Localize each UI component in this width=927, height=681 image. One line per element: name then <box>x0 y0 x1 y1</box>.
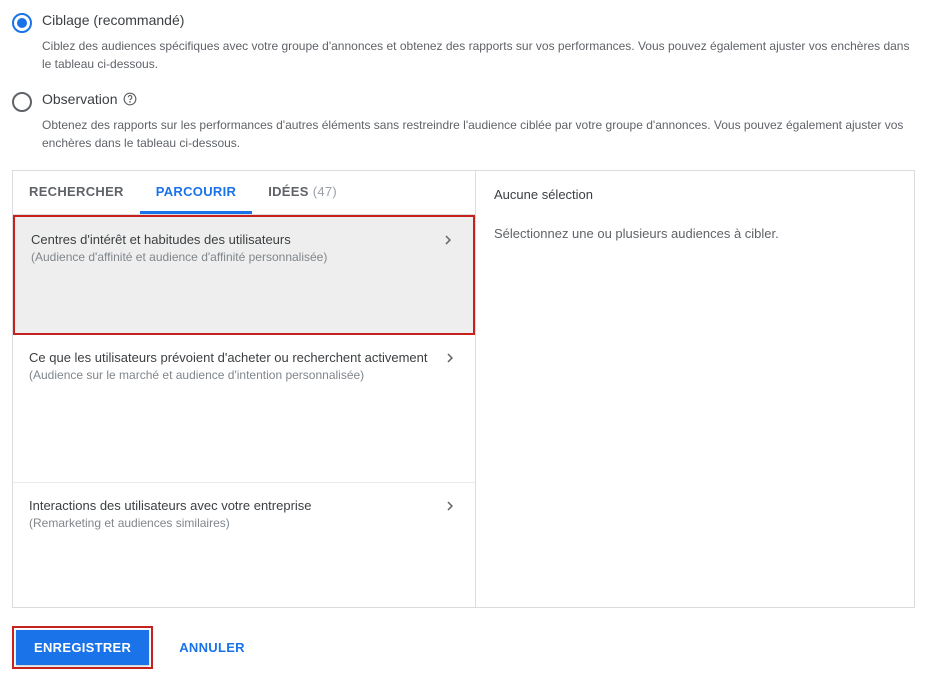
tab-search[interactable]: RECHERCHER <box>13 171 140 214</box>
radio-targeting[interactable] <box>12 13 32 33</box>
chevron-right-icon <box>441 349 459 370</box>
list-item-subtitle: (Remarketing et audiences similaires) <box>29 516 431 530</box>
list-item-title: Centres d'intérêt et habitudes des utili… <box>31 231 429 249</box>
list-item-subtitle: (Audience d'affinité et audience d'affin… <box>31 250 429 264</box>
radio-observation-desc: Obtenez des rapports sur les performance… <box>42 116 915 152</box>
save-button[interactable]: ENREGISTRER <box>16 630 149 665</box>
selection-hint: Sélectionnez une ou plusieurs audiences … <box>494 226 896 241</box>
tab-browse[interactable]: PARCOURIR <box>140 171 252 214</box>
radio-observation[interactable] <box>12 92 32 112</box>
radio-targeting-label: Ciblage (recommandé) <box>42 12 184 28</box>
chevron-right-icon <box>441 497 459 518</box>
list-item-title: Interactions des utilisateurs avec votre… <box>29 497 431 515</box>
footer: ENREGISTRER ANNULER <box>12 626 915 669</box>
radio-option-targeting[interactable]: Ciblage (recommandé) Ciblez des audience… <box>12 12 915 73</box>
list-item-market[interactable]: Ce que les utilisateurs prévoient d'ache… <box>13 335 475 483</box>
audience-list: Centres d'intérêt et habitudes des utili… <box>13 215 475 607</box>
radio-targeting-desc: Ciblez des audiences spécifiques avec vo… <box>42 37 915 73</box>
chevron-right-icon <box>439 231 457 252</box>
help-icon[interactable] <box>123 92 137 106</box>
panel-right: Aucune sélection Sélectionnez une ou plu… <box>476 171 914 607</box>
list-item-subtitle: (Audience sur le marché et audience d'in… <box>29 368 431 382</box>
selection-header: Aucune sélection <box>494 187 896 202</box>
radio-option-observation[interactable]: Observation Obtenez des rapports sur les… <box>12 91 915 152</box>
tab-ideas[interactable]: IDÉES (47) <box>252 171 353 214</box>
save-button-highlight: ENREGISTRER <box>12 626 153 669</box>
list-item-remarketing[interactable]: Interactions des utilisateurs avec votre… <box>13 483 475 603</box>
list-item-interests[interactable]: Centres d'intérêt et habitudes des utili… <box>13 215 475 335</box>
tab-ideas-count: (47) <box>313 184 337 199</box>
tabs: RECHERCHER PARCOURIR IDÉES (47) <box>13 171 475 215</box>
panel-left: RECHERCHER PARCOURIR IDÉES (47) Centres … <box>13 171 476 607</box>
audiences-panel: RECHERCHER PARCOURIR IDÉES (47) Centres … <box>12 170 915 608</box>
radio-observation-label: Observation <box>42 91 137 107</box>
cancel-button[interactable]: ANNULER <box>161 630 263 665</box>
tab-ideas-label: IDÉES <box>268 184 309 199</box>
list-item-title: Ce que les utilisateurs prévoient d'ache… <box>29 349 431 367</box>
